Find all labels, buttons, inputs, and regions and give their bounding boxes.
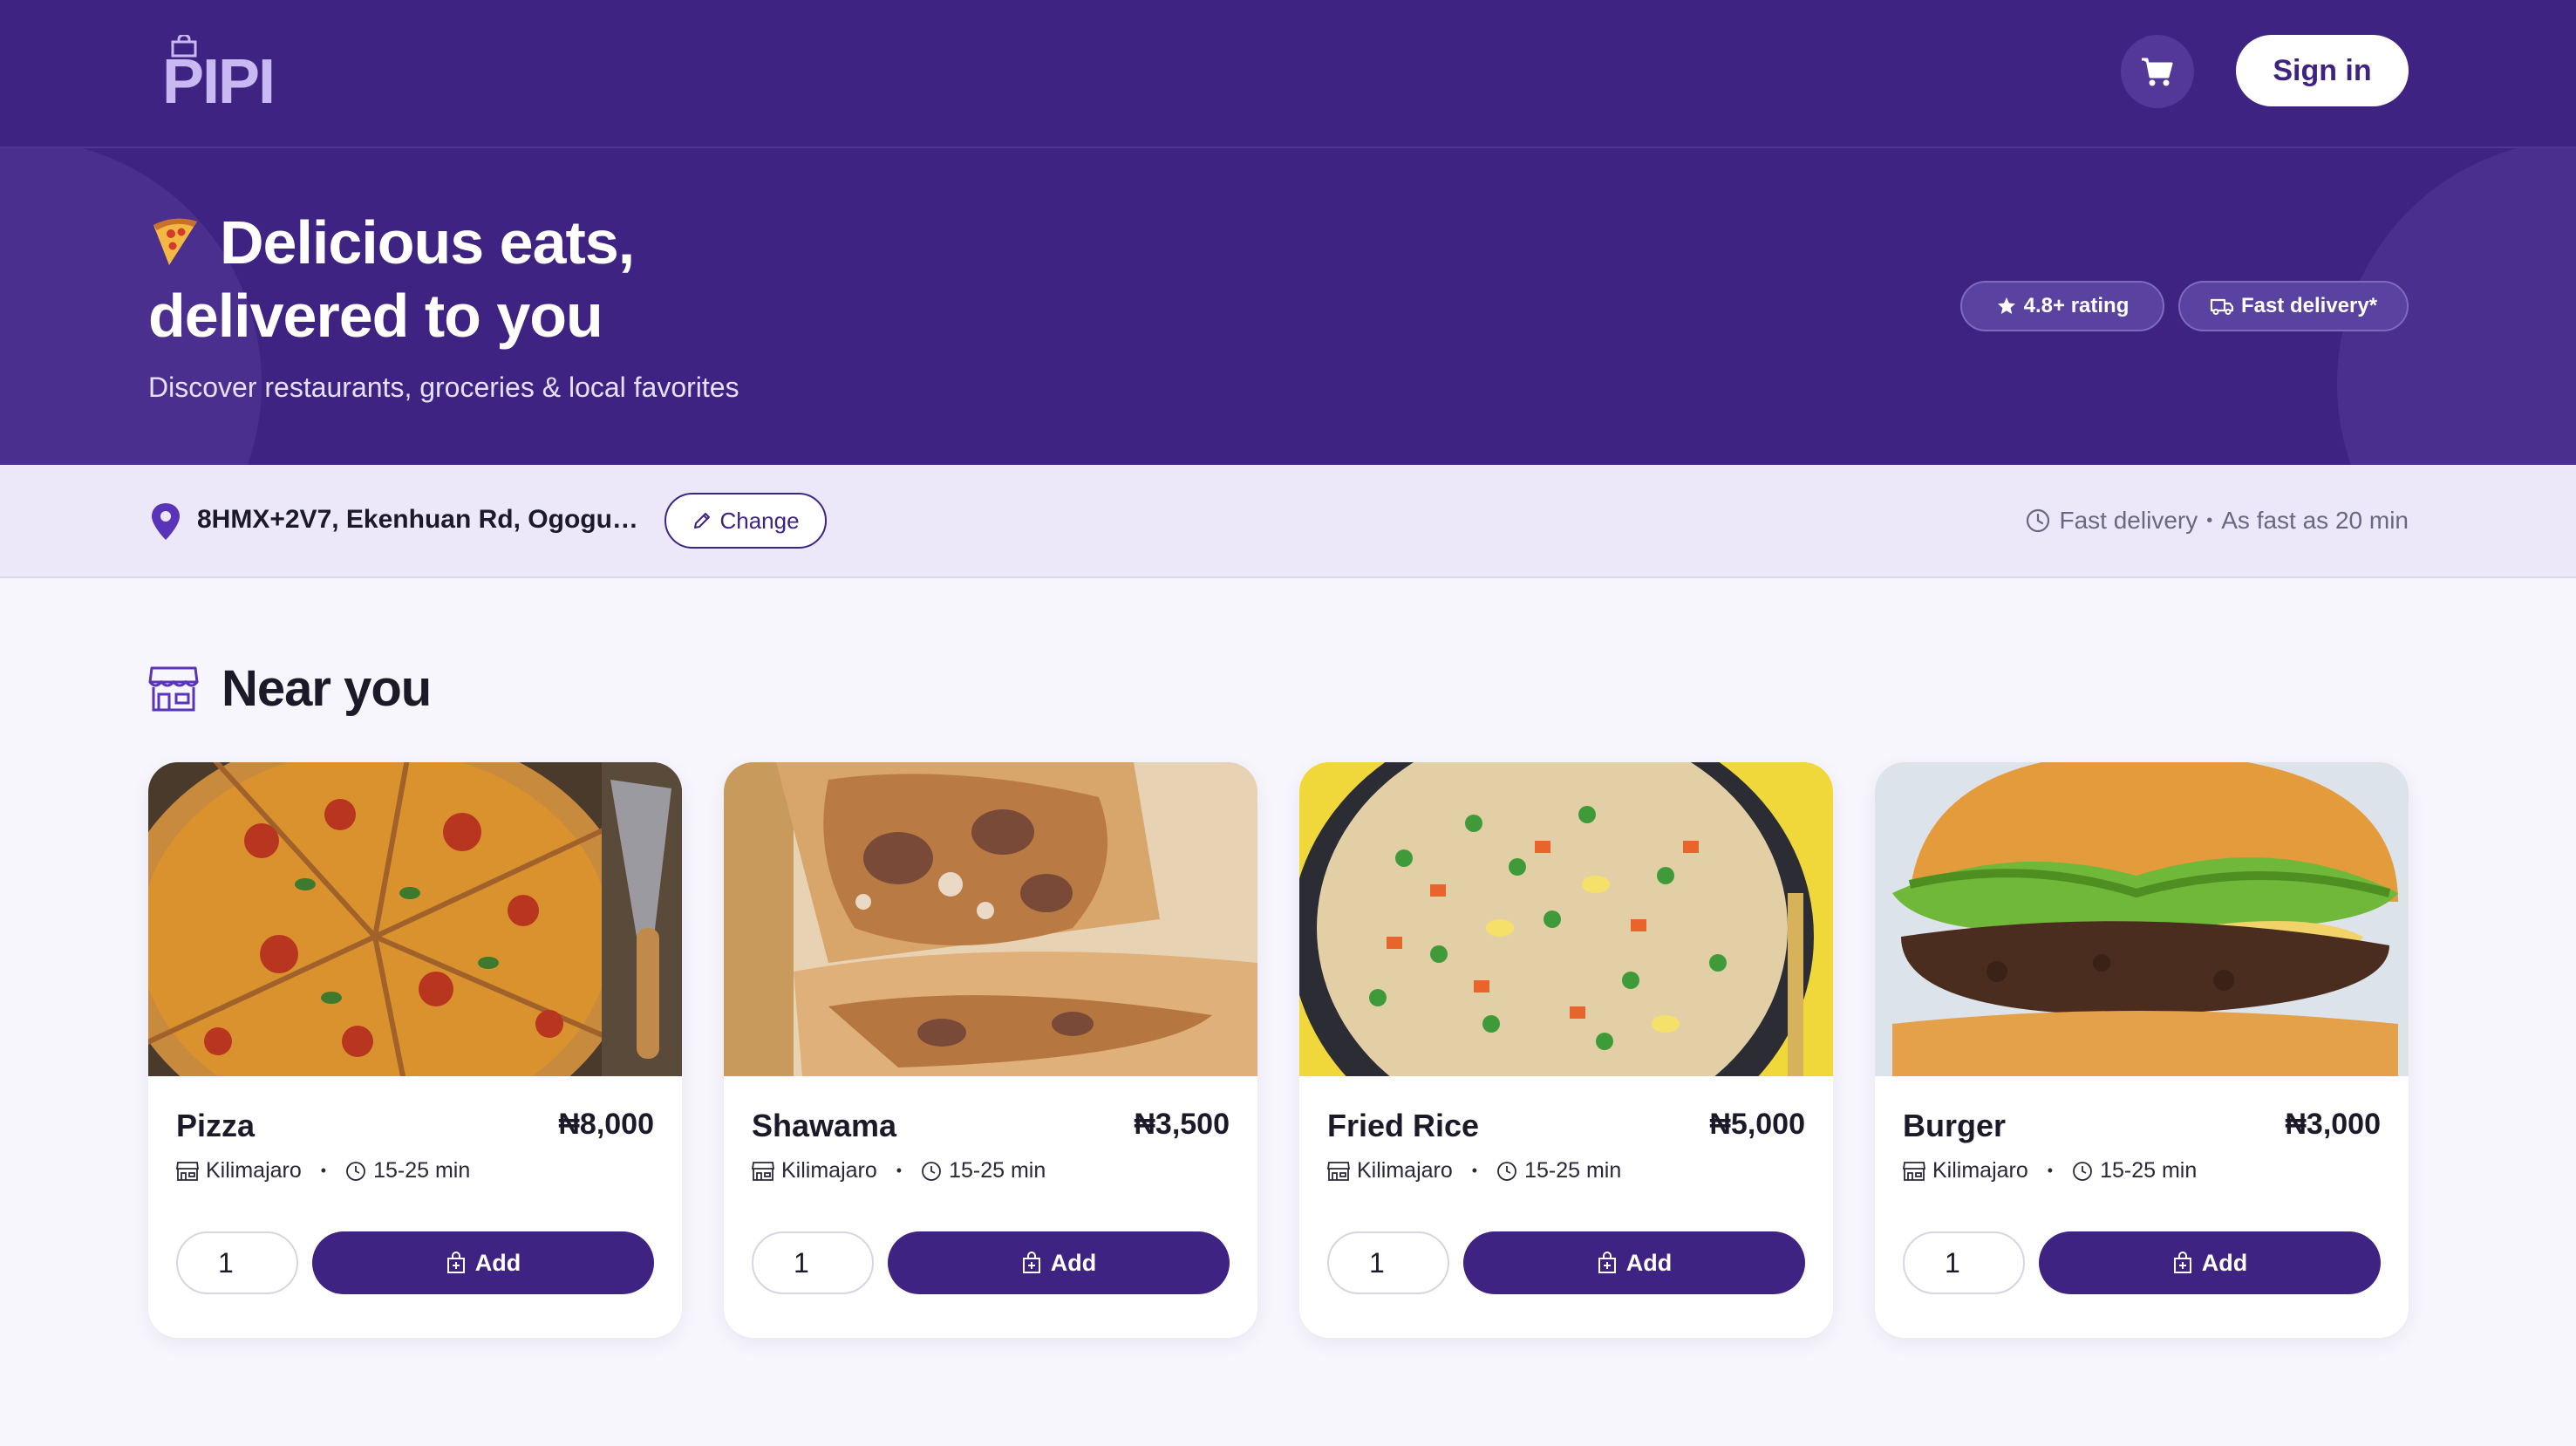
change-address-label: Change — [719, 507, 800, 534]
rating-chip: 4.8+ rating — [1960, 281, 2164, 331]
fast-delivery-chip-label: Fast delivery* — [2240, 294, 2378, 317]
bag-plus-icon — [1022, 1252, 1040, 1273]
product-card-pizza[interactable]: Pizza ₦8,000 Kilimajaro • 15-25 min Add — [148, 762, 682, 1338]
product-meta: Kilimajaro • 15-25 min — [1327, 1158, 1621, 1183]
storefront-icon — [148, 666, 199, 711]
delivery-time: 15-25 min — [2100, 1158, 2198, 1183]
near-you-header: Near you — [148, 659, 432, 718]
delivery-time: 15-25 min — [1524, 1158, 1622, 1183]
add-button-label: Add — [1050, 1249, 1097, 1276]
add-button-label: Add — [2201, 1249, 2248, 1276]
delivery-time: 15-25 min — [373, 1158, 471, 1183]
sign-in-button[interactable]: Sign in — [2236, 35, 2409, 106]
delivery-eta: Fast delivery • As fast as 20 min — [2014, 503, 2409, 538]
hero-title-line1: Delicious eats, — [220, 208, 635, 276]
product-price: ₦3,000 — [2285, 1108, 2381, 1141]
pencil-icon — [694, 513, 711, 529]
separator-dot: • — [320, 1162, 327, 1179]
product-name: Pizza — [176, 1108, 256, 1143]
brand-logo[interactable]: PIPI — [162, 35, 276, 113]
quantity-input[interactable] — [752, 1231, 874, 1294]
pizza-slice-icon — [153, 218, 197, 265]
product-card-burger[interactable]: Burger ₦3,000 Kilimajaro • 15-25 min Add — [1875, 762, 2409, 1338]
separator-dot: • — [2206, 510, 2213, 530]
clock-icon — [1497, 1161, 1516, 1181]
cart-icon — [2142, 58, 2173, 86]
truck-icon — [2210, 298, 2234, 315]
product-name: Shawama — [752, 1108, 897, 1143]
product-card-shawama[interactable]: Shawama ₦3,500 Kilimajaro • 15-25 min Ad… — [724, 762, 1257, 1338]
store-icon — [1903, 1161, 1925, 1181]
store-icon — [752, 1161, 774, 1181]
hero-title: Delicious eats, delivered to you — [148, 206, 933, 352]
hero-banner: Delicious eats, delivered to you Discove… — [0, 148, 2576, 465]
separator-dot: • — [1471, 1162, 1478, 1179]
delivery-eta-text: As fast as 20 min — [2221, 507, 2409, 534]
quantity-input[interactable] — [1903, 1231, 2025, 1294]
clock-icon — [2073, 1161, 2092, 1181]
store-name: Kilimajaro — [1357, 1158, 1453, 1183]
store-name: Kilimajaro — [1932, 1158, 2028, 1183]
add-to-cart-button[interactable]: Add — [312, 1231, 654, 1294]
clock-icon — [2026, 508, 2049, 533]
store-icon — [176, 1161, 199, 1181]
product-meta: Kilimajaro • 15-25 min — [752, 1158, 1046, 1183]
delivery-label: Fast delivery — [2059, 507, 2198, 534]
change-address-button[interactable]: Change — [664, 493, 827, 549]
quantity-input[interactable] — [1327, 1231, 1449, 1294]
add-to-cart-button[interactable]: Add — [888, 1231, 1230, 1294]
pizza-image[interactable] — [148, 762, 682, 1076]
fast-delivery-chip: Fast delivery* — [2178, 281, 2409, 331]
map-pin-icon — [152, 503, 180, 540]
hero-subtitle: Discover restaurants, groceries & local … — [148, 372, 739, 403]
quantity-input[interactable] — [176, 1231, 298, 1294]
product-meta: Kilimajaro • 15-25 min — [1903, 1158, 2197, 1183]
product-card-fried-rice[interactable]: Fried Rice ₦5,000 Kilimajaro • 15-25 min… — [1299, 762, 1833, 1338]
fried-rice-image[interactable] — [1299, 762, 1833, 1076]
store-name: Kilimajaro — [781, 1158, 877, 1183]
star-icon — [1997, 297, 2015, 314]
separator-dot: • — [2047, 1162, 2054, 1179]
burger-image[interactable] — [1875, 762, 2409, 1076]
rating-chip-label: 4.8+ rating — [2023, 294, 2130, 317]
add-to-cart-button[interactable]: Add — [1463, 1231, 1805, 1294]
add-to-cart-button[interactable]: Add — [2039, 1231, 2381, 1294]
bag-plus-icon — [1598, 1252, 1616, 1273]
store-name: Kilimajaro — [206, 1158, 302, 1183]
clock-icon — [922, 1161, 941, 1181]
bag-plus-icon — [446, 1252, 465, 1273]
product-name: Fried Rice — [1327, 1108, 1480, 1143]
brand-name: PIPI — [162, 47, 276, 117]
bag-plus-icon — [2173, 1252, 2191, 1273]
add-button-label: Add — [1625, 1249, 1673, 1276]
delivery-time: 15-25 min — [949, 1158, 1046, 1183]
cart-button[interactable] — [2121, 35, 2194, 108]
clock-icon — [346, 1161, 365, 1181]
product-meta: Kilimajaro • 15-25 min — [176, 1158, 470, 1183]
add-button-label: Add — [474, 1249, 521, 1276]
section-title: Near you — [221, 660, 432, 717]
hero-title-line2: delivered to you — [148, 282, 603, 350]
separator-dot: • — [896, 1162, 903, 1179]
product-name: Burger — [1903, 1108, 2007, 1143]
product-price: ₦5,000 — [1709, 1108, 1805, 1141]
product-price: ₦3,500 — [1134, 1108, 1230, 1141]
product-price: ₦8,000 — [558, 1108, 654, 1141]
delivery-address: 8HMX+2V7, Ekenhuan Rd, Ogogugbo, Benin C… — [197, 505, 642, 534]
top-nav: PIPI Sign in — [0, 0, 2576, 148]
store-icon — [1327, 1161, 1350, 1181]
location-bar: 8HMX+2V7, Ekenhuan Rd, Ogogugbo, Benin C… — [0, 465, 2576, 578]
shawama-image[interactable] — [724, 762, 1257, 1076]
